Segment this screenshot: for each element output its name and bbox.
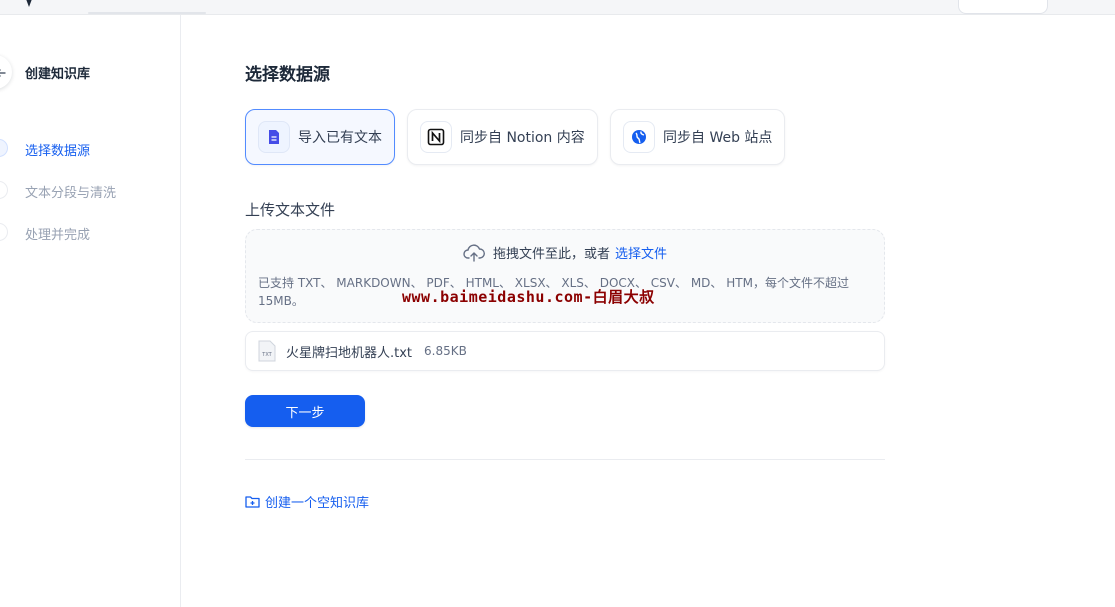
next-step-button[interactable]: 下一步: [245, 395, 365, 427]
source-notion[interactable]: 同步自 Notion 内容: [407, 109, 598, 165]
step-segment-clean: 文本分段与清洗: [25, 186, 117, 201]
sidebar-title: 创建知识库: [25, 67, 91, 82]
sidebar: 创建知识库 选择数据源 文本分段与清洗 处理并完成: [0, 15, 181, 607]
upload-section-label: 上传文本文件: [245, 201, 336, 219]
create-empty-kb-label: 创建一个空知识库: [265, 496, 370, 511]
top-tab-indicator: [88, 12, 206, 14]
source-label: 同步自 Web 站点: [663, 130, 773, 146]
select-file-link[interactable]: 选择文件: [615, 243, 667, 262]
arrow-left-icon: [0, 63, 6, 82]
source-label: 同步自 Notion 内容: [460, 130, 585, 146]
top-bar: [0, 0, 1115, 15]
notion-icon: [420, 121, 452, 153]
upload-drop-text: 拖拽文件至此，或者: [492, 247, 610, 262]
logo: [22, 0, 50, 7]
page-title: 选择数据源: [245, 65, 330, 85]
folder-add-icon: [245, 495, 260, 508]
step-indicator-2: [0, 181, 8, 199]
top-right-button[interactable]: [958, 0, 1048, 14]
web-icon: [623, 121, 655, 153]
source-web[interactable]: 同步自 Web 站点: [610, 109, 785, 165]
back-button[interactable]: [0, 55, 12, 89]
create-empty-kb-link[interactable]: 创建一个空知识库: [245, 492, 369, 511]
upload-prompt: 拖拽文件至此，或者 选择文件: [246, 243, 884, 262]
uploaded-file-item[interactable]: TXT 火星牌扫地机器人.txt 6.85KB: [245, 331, 885, 371]
watermark-text: www.baimeidashu.com-白眉大叔: [402, 288, 655, 306]
txt-file-icon: TXT: [258, 340, 276, 362]
document-icon: [258, 121, 290, 153]
step-select-source[interactable]: 选择数据源: [25, 140, 90, 159]
step-indicator-3: [0, 223, 8, 241]
step-process-finish: 处理并完成: [25, 228, 91, 243]
upload-dropzone[interactable]: 拖拽文件至此，或者 选择文件 已支持 TXT、 MARKDOWN、 PDF、 H…: [245, 229, 885, 323]
file-type-badge: TXT: [261, 352, 272, 358]
file-size: 6.85KB: [424, 344, 467, 358]
divider: [245, 459, 885, 460]
step-indicator-1: [0, 139, 8, 157]
file-name: 火星牌扫地机器人.txt: [286, 345, 413, 361]
source-import-text[interactable]: 导入已有文本: [245, 109, 395, 165]
source-label: 导入已有文本: [298, 130, 382, 146]
cloud-upload-icon: [463, 243, 485, 262]
